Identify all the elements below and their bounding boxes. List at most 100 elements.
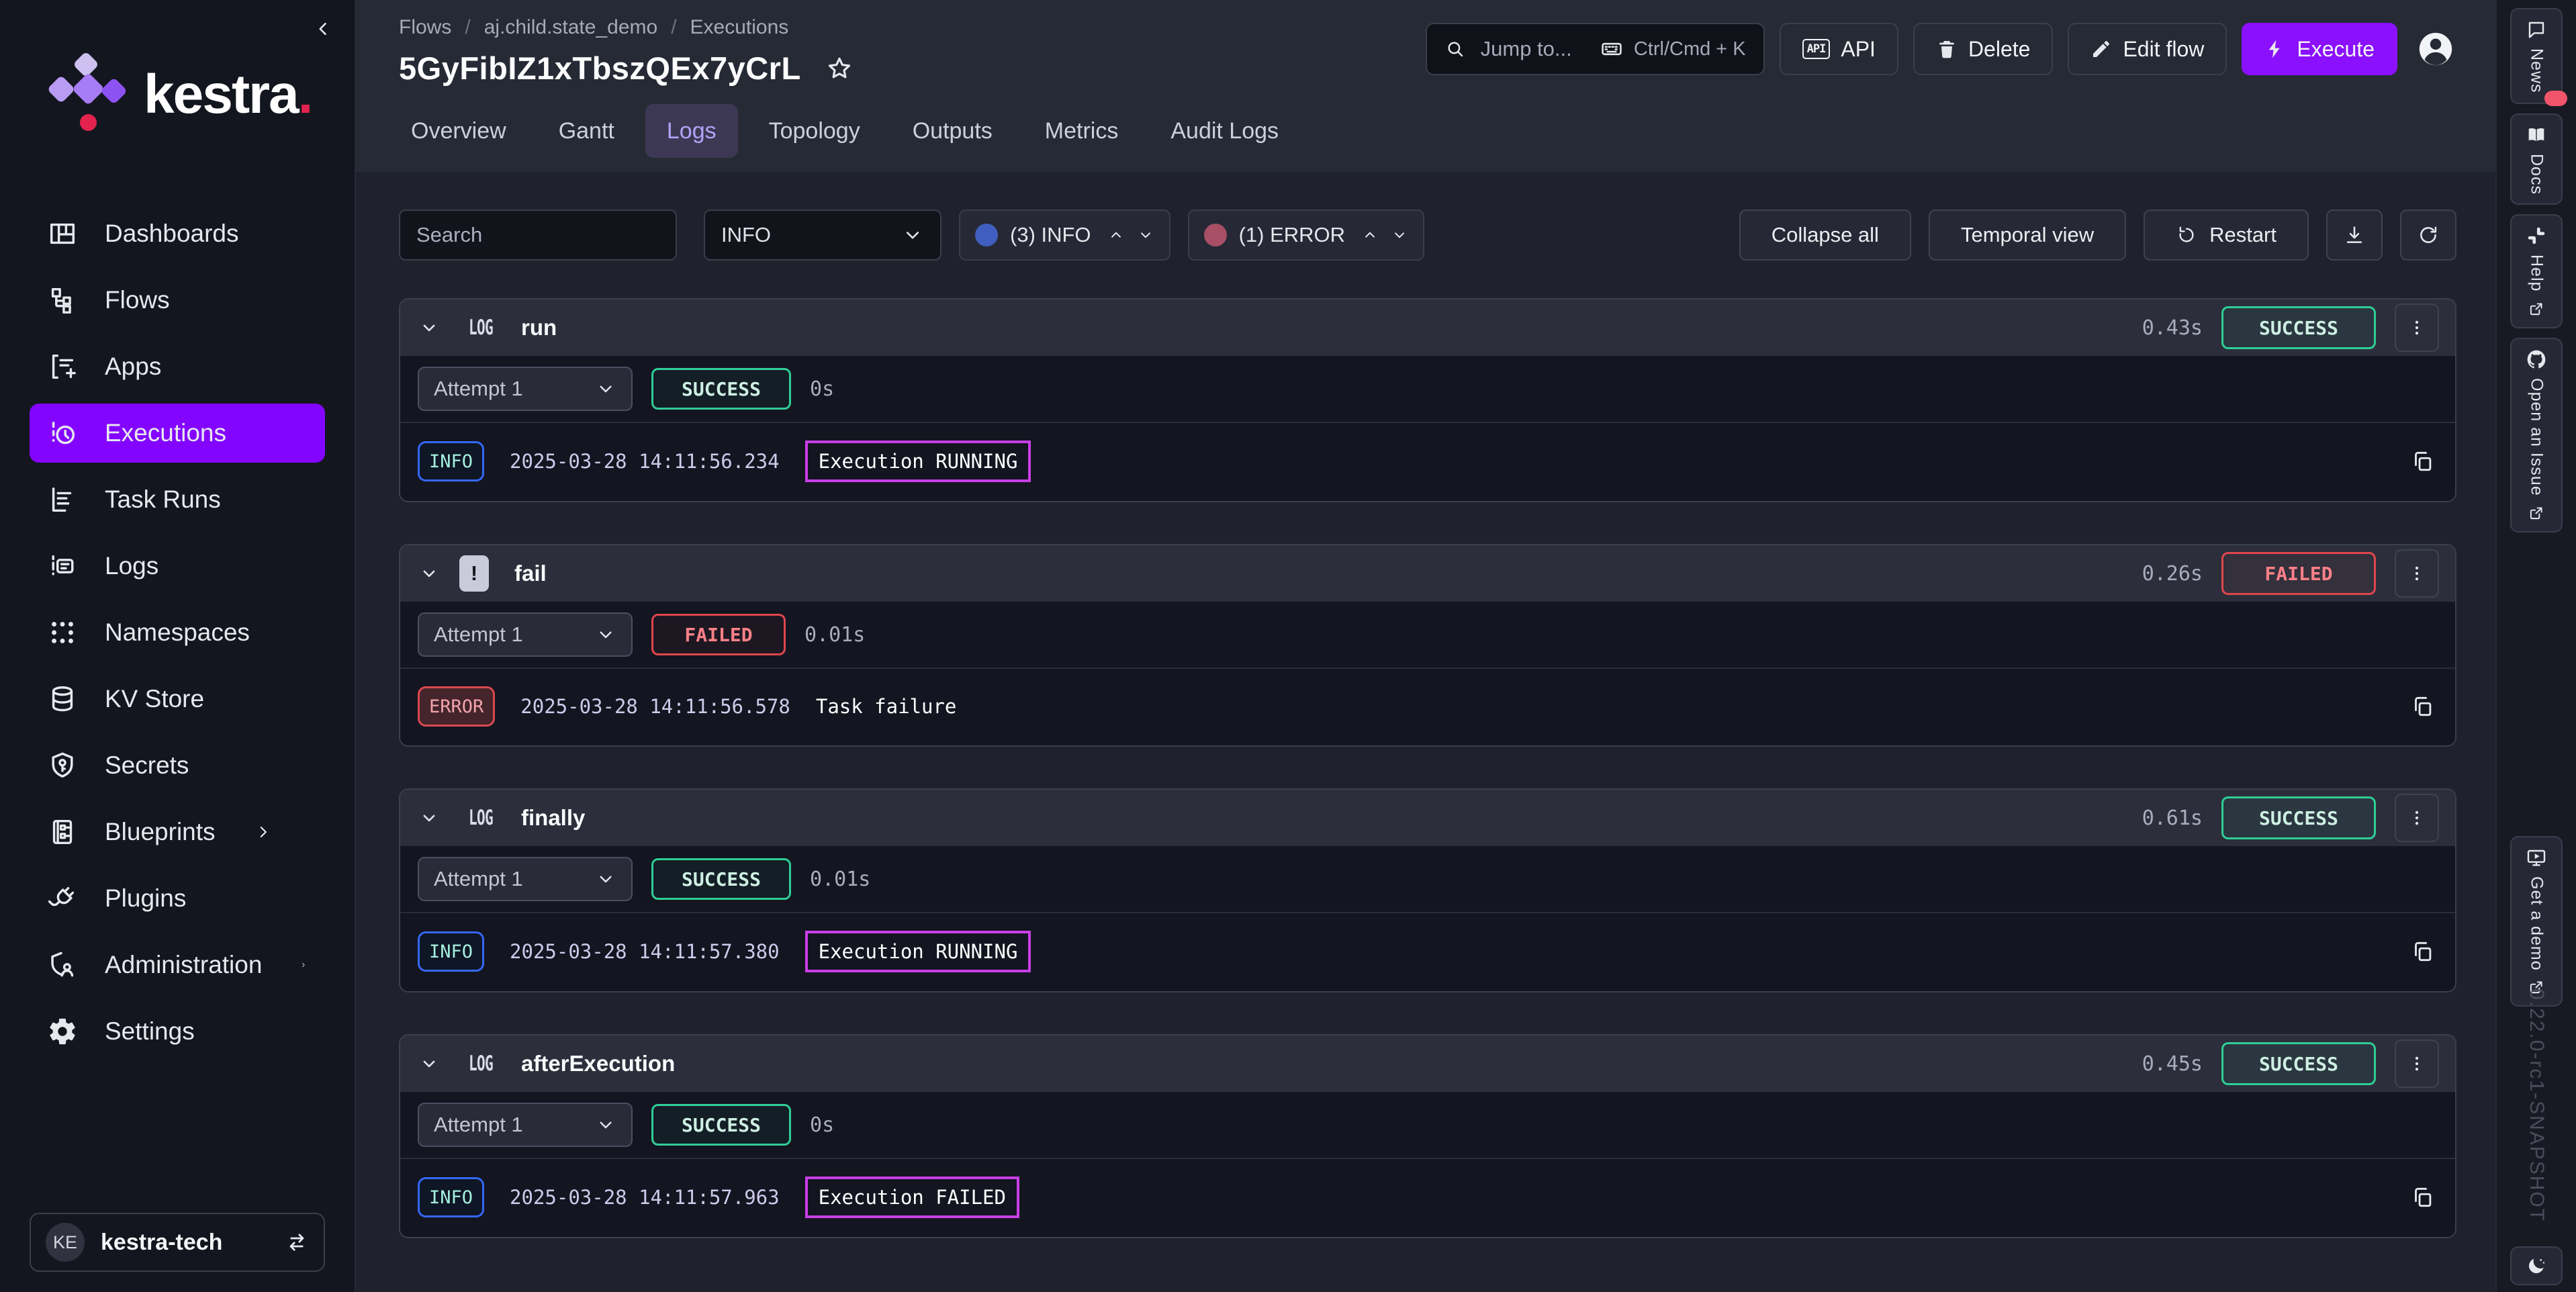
copy-icon <box>2409 939 2435 964</box>
error-count-pill[interactable]: (1) ERROR <box>1188 210 1424 261</box>
docs-label: Docs <box>2527 154 2546 195</box>
copy-log-button[interactable] <box>2409 694 2435 719</box>
kestra-logo[interactable]: kestra. <box>0 16 355 134</box>
breadcrumb-item[interactable]: Executions <box>690 16 789 39</box>
attempt-select-value: Attempt 1 <box>434 1113 523 1137</box>
log-task-icon: LOG <box>466 1052 496 1076</box>
copy-log-button[interactable] <box>2409 939 2435 964</box>
card-menu-button[interactable] <box>2395 304 2439 352</box>
tab-overview[interactable]: Overview <box>389 104 528 158</box>
task-card-header[interactable]: LOG finally 0.61s SUCCESS <box>400 790 2455 846</box>
temporal-view-button[interactable]: Temporal view <box>1929 210 2126 261</box>
main-content: Flows / aj.child.state_demo / Executions… <box>356 0 2495 1292</box>
log-search[interactable] <box>399 210 677 261</box>
get-demo-button[interactable]: Get a demo <box>2510 836 2563 1007</box>
open-issue-button[interactable]: Open an Issue <box>2510 338 2563 533</box>
fail-task-icon: ! <box>459 555 489 592</box>
attempt-select[interactable]: Attempt 1 <box>418 1103 633 1147</box>
collapse-all-button[interactable]: Collapse all <box>1739 210 1911 261</box>
download-logs-button[interactable] <box>2326 210 2383 261</box>
task-card-header[interactable]: LOG run 0.43s SUCCESS <box>400 299 2455 356</box>
sidebar-item-dashboards[interactable]: Dashboards <box>30 204 325 263</box>
tenant-switcher[interactable]: KE kestra-tech <box>30 1213 325 1272</box>
log-level-value: INFO <box>721 223 771 247</box>
search-input[interactable] <box>416 223 684 247</box>
log-line: INFO 2025-03-28 14:11:57.963 Execution F… <box>400 1158 2455 1237</box>
log-timestamp: 2025-03-28 14:11:57.380 <box>510 940 780 963</box>
chevron-right-icon <box>300 955 308 975</box>
task-card-header[interactable]: LOG afterExecution 0.45s SUCCESS <box>400 1035 2455 1092</box>
card-menu-button[interactable] <box>2395 794 2439 842</box>
copy-log-button[interactable] <box>2409 1185 2435 1210</box>
sidebar-item-task-runs[interactable]: Task Runs <box>30 470 325 529</box>
sidebar-item-settings[interactable]: Settings <box>30 1002 325 1061</box>
task-card-header[interactable]: ! fail 0.26s FAILED <box>400 545 2455 602</box>
tab-topology[interactable]: Topology <box>747 104 882 158</box>
attempt-select[interactable]: Attempt 1 <box>418 857 633 901</box>
sidebar-item-plugins[interactable]: Plugins <box>30 869 325 928</box>
sidebar-item-label: Task Runs <box>105 486 221 514</box>
tab-label: Overview <box>411 118 506 144</box>
chevron-up-icon[interactable] <box>1107 226 1125 244</box>
sidebar-item-administration[interactable]: Administration <box>30 935 325 995</box>
user-avatar-icon <box>2416 30 2455 68</box>
sidebar-item-flows[interactable]: Flows <box>30 271 325 330</box>
attempt-select[interactable]: Attempt 1 <box>418 612 633 657</box>
chevron-down-icon[interactable] <box>418 1052 441 1075</box>
attempt-select[interactable]: Attempt 1 <box>418 367 633 411</box>
sidebar-item-kv-store[interactable]: KV Store <box>30 670 325 729</box>
card-menu-button[interactable] <box>2395 549 2439 598</box>
sidebar: kestra. Dashboards Flows Apps Executions <box>0 0 356 1292</box>
delete-button[interactable]: Delete <box>1913 23 2054 75</box>
user-menu-button[interactable] <box>2416 30 2455 68</box>
kestra-app: kestra. Dashboards Flows Apps Executions <box>0 0 2576 1292</box>
dots-vertical-icon <box>2407 808 2427 828</box>
tab-logs[interactable]: Logs <box>645 104 738 158</box>
chevron-up-icon[interactable] <box>1361 226 1379 244</box>
chevron-down-icon[interactable] <box>1137 226 1154 244</box>
log-level-select[interactable]: INFO <box>704 210 941 261</box>
sidebar-item-executions[interactable]: Executions <box>30 404 325 463</box>
executions-icon <box>47 418 78 449</box>
sidebar-item-apps[interactable]: Apps <box>30 337 325 396</box>
copy-log-button[interactable] <box>2409 449 2435 474</box>
tab-audit-logs[interactable]: Audit Logs <box>1149 104 1300 158</box>
restart-button[interactable]: Restart <box>2144 210 2309 261</box>
chevron-down-icon[interactable] <box>1391 226 1408 244</box>
info-dot-icon <box>975 224 998 246</box>
sidebar-item-label: Secrets <box>105 751 189 780</box>
execute-button[interactable]: Execute <box>2242 23 2397 75</box>
attempt-status-badge: SUCCESS <box>651 1104 791 1146</box>
sidebar-item-namespaces[interactable]: Namespaces <box>30 603 325 662</box>
docs-button[interactable]: Docs <box>2510 113 2563 205</box>
breadcrumb-item[interactable]: aj.child.state_demo <box>484 16 658 39</box>
github-icon <box>2526 349 2547 370</box>
theme-toggle-button[interactable] <box>2510 1246 2563 1285</box>
chevron-down-icon[interactable] <box>418 806 441 829</box>
download-icon <box>2343 224 2366 246</box>
breadcrumb-item[interactable]: Flows <box>399 16 451 39</box>
tab-outputs[interactable]: Outputs <box>891 104 1014 158</box>
sidebar-item-secrets[interactable]: Secrets <box>30 736 325 795</box>
news-badge <box>2544 91 2567 106</box>
card-menu-button[interactable] <box>2395 1040 2439 1088</box>
jump-to-search[interactable]: Jump to... Ctrl/Cmd + K <box>1426 23 1765 75</box>
chevron-down-icon[interactable] <box>418 562 441 585</box>
news-button[interactable]: News <box>2510 8 2563 104</box>
help-button[interactable]: Help <box>2510 214 2563 328</box>
tab-gantt[interactable]: Gantt <box>537 104 636 158</box>
sidebar-collapse-button[interactable] <box>312 17 334 40</box>
chevron-down-icon[interactable] <box>418 316 441 339</box>
refresh-button[interactable] <box>2400 210 2456 261</box>
attempt-duration: 0.01s <box>810 868 870 891</box>
edit-flow-button[interactable]: Edit flow <box>2068 23 2227 75</box>
task-card-run: LOG run 0.43s SUCCESS Attempt 1 <box>399 298 2456 502</box>
sidebar-item-logs[interactable]: Logs <box>30 537 325 596</box>
kestra-logo-icon <box>44 55 124 134</box>
plugins-icon <box>47 883 78 914</box>
favorite-button[interactable] <box>825 54 854 83</box>
tab-metrics[interactable]: Metrics <box>1023 104 1140 158</box>
api-button[interactable]: API API <box>1780 23 1898 75</box>
sidebar-item-blueprints[interactable]: Blueprints <box>30 802 325 862</box>
info-count-pill[interactable]: (3) INFO <box>959 210 1170 261</box>
